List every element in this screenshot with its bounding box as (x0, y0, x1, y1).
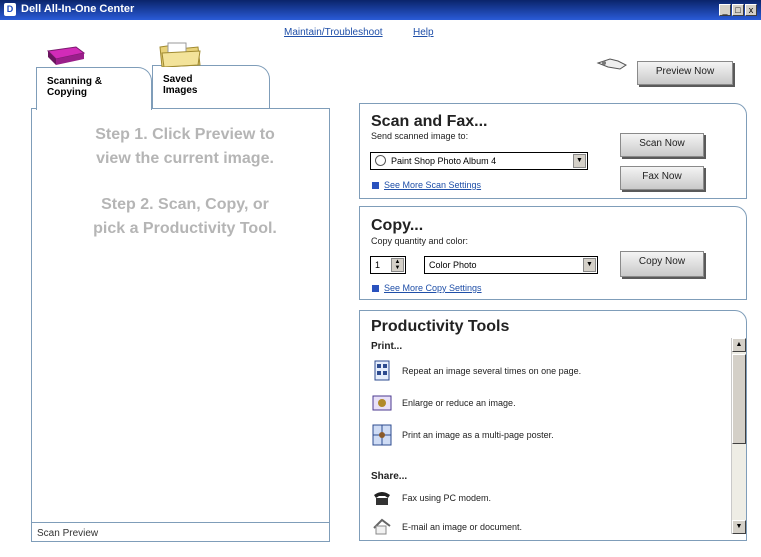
copy-quantity-stepper[interactable]: 1 ▲ ▼ (370, 256, 406, 274)
fax-phone-icon (374, 492, 390, 505)
tab-saved-images[interactable]: Saved Images (152, 65, 270, 109)
chevron-down-icon[interactable]: ▼ (583, 258, 596, 272)
tab-scanning-copying[interactable]: Scanning & Copying (36, 67, 152, 110)
scan-preview-status: Scan Preview (31, 522, 330, 542)
copy-color-value: Color Photo (429, 260, 477, 270)
copy-title: Copy... (371, 217, 424, 234)
enlarge-reduce-icon (372, 395, 392, 411)
destination-icon (375, 155, 386, 166)
scroll-thumb[interactable] (732, 354, 746, 444)
preview-hand-icon (596, 55, 630, 75)
tool-label[interactable]: E-mail an image or document. (402, 522, 522, 532)
fax-now-button[interactable]: Fax Now (620, 166, 704, 190)
tab-label-line1: Saved (163, 74, 193, 85)
copy-quantity-value: 1 (375, 260, 381, 270)
productivity-tools-group: Productivity Tools Print... Share... (359, 310, 747, 541)
send-to-label: Send scanned image to: (371, 131, 469, 141)
tab-label-line1: Scanning & (47, 76, 103, 87)
see-more-copy-settings-link[interactable]: See More Copy Settings (384, 283, 482, 293)
see-more-scan-settings-link[interactable]: See More Scan Settings (384, 180, 481, 190)
expand-icon (372, 182, 379, 189)
scan-fax-title: Scan and Fax... (371, 113, 488, 130)
tool-label[interactable]: Enlarge or reduce an image. (402, 398, 516, 408)
print-heading: Print... (371, 341, 403, 352)
close-button[interactable]: x (745, 4, 757, 16)
maintain-troubleshoot-link[interactable]: Maintain/Troubleshoot (284, 27, 383, 38)
maximize-button[interactable]: □ (732, 4, 744, 16)
repeat-image-icon (374, 360, 390, 381)
window-title: Dell All-In-One Center (21, 3, 135, 15)
scroll-down-icon[interactable]: ▼ (732, 520, 746, 534)
tool-label[interactable]: Print an image as a multi-page poster. (402, 430, 554, 440)
minimize-button[interactable]: _ (719, 4, 731, 16)
tool-label[interactable]: Fax using PC modem. (402, 493, 491, 503)
preview-panel (31, 108, 330, 542)
preview-now-button[interactable]: Preview Now (637, 61, 733, 85)
tools-scrollbar[interactable]: ▲ ▼ (731, 338, 746, 534)
tab-label-line2: Images (163, 85, 198, 96)
step-1-instructions: Step 1. Click Preview to view the curren… (95, 126, 275, 167)
email-icon (373, 518, 391, 535)
title-bar: D Dell All-In-One Center _ □ x (0, 0, 761, 20)
folder-icon (158, 41, 202, 68)
scan-now-button[interactable]: Scan Now (620, 133, 704, 157)
step-2-instructions: Step 2. Scan, Copy, or pick a Productivi… (93, 196, 277, 237)
tab-label-line2: Copying (47, 87, 87, 98)
copy-qty-label: Copy quantity and color: (371, 236, 469, 246)
share-heading: Share... (371, 471, 408, 482)
chevron-down-icon[interactable]: ▼ (573, 154, 586, 168)
scan-destination-value: Paint Shop Photo Album 4 (391, 156, 497, 166)
copy-color-select[interactable]: Color Photo ▼ (424, 256, 598, 274)
scanner-icon (46, 45, 86, 67)
spin-arrows-icon[interactable]: ▲ ▼ (391, 258, 404, 272)
scroll-up-icon[interactable]: ▲ (732, 338, 746, 352)
poster-icon (372, 424, 392, 446)
dell-app-icon: D (4, 3, 16, 16)
help-link[interactable]: Help (413, 27, 434, 38)
tool-label[interactable]: Repeat an image several times on one pag… (402, 366, 581, 376)
scan-destination-select[interactable]: Paint Shop Photo Album 4 ▼ (370, 152, 588, 170)
expand-icon (372, 285, 379, 292)
scan-fax-group: Scan and Fax... Send scanned image to: P… (359, 103, 747, 199)
copy-now-button[interactable]: Copy Now (620, 251, 704, 277)
copy-group: Copy... Copy quantity and color: 1 ▲ ▼ Co… (359, 206, 747, 300)
productivity-title: Productivity Tools (371, 318, 510, 335)
